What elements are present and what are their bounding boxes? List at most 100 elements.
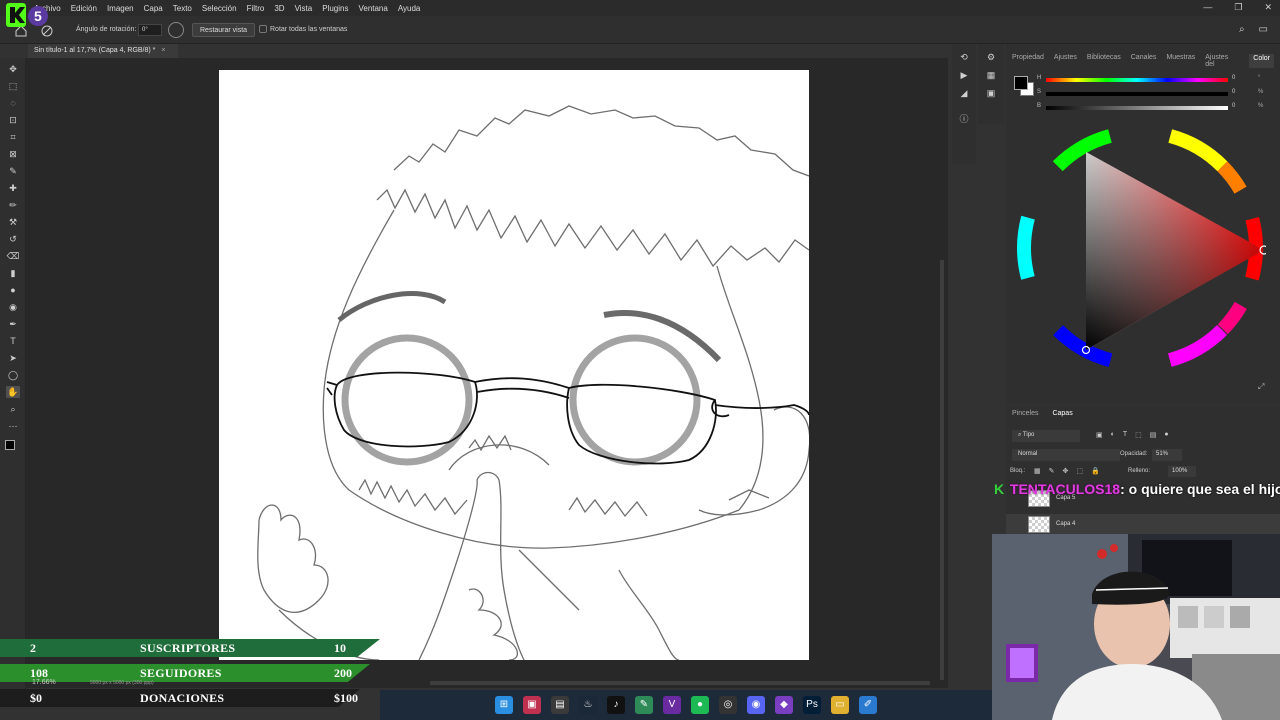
path-select-tool-icon[interactable]: ➤ bbox=[6, 352, 20, 364]
lock-pixels-icon[interactable]: ▦ bbox=[1034, 467, 1041, 475]
rotate-all-checkbox[interactable] bbox=[259, 25, 267, 33]
menu-item-10[interactable]: Ventana bbox=[358, 4, 387, 13]
gradient-tool-icon[interactable]: ▮ bbox=[6, 267, 20, 279]
color-slider-b[interactable] bbox=[1046, 106, 1228, 110]
layer-row-selected[interactable]: Capa 4 bbox=[1006, 514, 1280, 534]
adjust-icon[interactable]: ⚙ bbox=[985, 52, 997, 62]
stamp-tool-icon[interactable]: ⚒ bbox=[6, 216, 20, 228]
menu-item-6[interactable]: Filtro bbox=[247, 4, 265, 13]
brush-settings-icon[interactable]: ◢ bbox=[958, 88, 970, 98]
smart-filter-icon[interactable]: ▤ bbox=[1150, 431, 1157, 439]
angle-input[interactable]: 0° bbox=[138, 24, 162, 36]
pen-tool-icon[interactable]: ✒ bbox=[6, 318, 20, 330]
restore-view-button[interactable]: Restaurar vista bbox=[192, 23, 256, 37]
discord-icon[interactable]: ◉ bbox=[747, 696, 765, 714]
slider-value[interactable]: 0 bbox=[1232, 89, 1235, 95]
lock-artboard-icon[interactable]: ⬚ bbox=[1076, 467, 1083, 475]
minimize-icon[interactable]: — bbox=[1203, 2, 1212, 13]
workspace-icon[interactable]: ▭ bbox=[1259, 24, 1268, 35]
layers-comp-icon[interactable]: ▣ bbox=[985, 88, 997, 98]
color-swatches-icon[interactable] bbox=[5, 440, 21, 456]
windows-start-icon[interactable]: ⊞ bbox=[495, 696, 513, 714]
tab-propiedad[interactable]: Propiedad bbox=[1012, 54, 1044, 68]
lasso-tool-icon[interactable]: ◌ bbox=[6, 97, 20, 109]
menu-item-9[interactable]: Plugins bbox=[322, 4, 348, 13]
brush-tool-icon[interactable]: ✏ bbox=[6, 199, 20, 211]
app-icon-icon[interactable]: ▣ bbox=[523, 696, 541, 714]
tab-color[interactable]: Color bbox=[1249, 54, 1274, 68]
horizontal-scrollbar[interactable] bbox=[430, 681, 930, 685]
spotify-icon[interactable]: ● bbox=[691, 696, 709, 714]
obs-icon[interactable]: ◎ bbox=[719, 696, 737, 714]
expand-icon[interactable]: ⤢ bbox=[1258, 382, 1264, 392]
rotation-dial[interactable] bbox=[168, 22, 184, 38]
shape-tool-icon[interactable]: ◯ bbox=[6, 369, 20, 381]
hand-tool-icon[interactable]: ✋ bbox=[6, 386, 20, 398]
color-slider-h[interactable] bbox=[1046, 78, 1228, 82]
adjust-filter-icon[interactable]: ◐ bbox=[1111, 431, 1115, 439]
menu-item-1[interactable]: Edición bbox=[71, 4, 97, 13]
tab-canales[interactable]: Canales bbox=[1131, 54, 1157, 68]
eyedropper-tool-icon[interactable]: ✎ bbox=[6, 165, 20, 177]
history-brush-tool-icon[interactable]: ↺ bbox=[6, 233, 20, 245]
notepad-icon[interactable]: ✎ bbox=[635, 696, 653, 714]
actions-play-icon[interactable]: ▶ bbox=[958, 70, 970, 80]
menu-item-11[interactable]: Ayuda bbox=[398, 4, 421, 13]
menu-item-2[interactable]: Imagen bbox=[107, 4, 134, 13]
vs-icon[interactable]: ◆ bbox=[775, 696, 793, 714]
menu-item-3[interactable]: Capa bbox=[144, 4, 163, 13]
crop-tool-icon[interactable]: ⌗ bbox=[6, 131, 20, 143]
layer-filter-select[interactable]: ⌕ Tipo bbox=[1012, 430, 1080, 442]
tab-capas[interactable]: Capas bbox=[1052, 410, 1072, 417]
blend-mode-select[interactable]: Normal bbox=[1012, 449, 1120, 461]
drawing-canvas[interactable] bbox=[219, 70, 809, 660]
color-wheel[interactable] bbox=[1014, 122, 1266, 374]
foreground-color-swatch[interactable] bbox=[1014, 76, 1028, 90]
search-icon[interactable]: ⌕ bbox=[1239, 24, 1245, 35]
frame-tool-icon[interactable]: ⊠ bbox=[6, 148, 20, 160]
more-tool-icon[interactable]: ⋯ bbox=[6, 420, 20, 432]
lock-move-icon[interactable]: ✥ bbox=[1063, 467, 1069, 475]
menu-item-4[interactable]: Texto bbox=[173, 4, 192, 13]
healing-tool-icon[interactable]: ✚ bbox=[6, 182, 20, 194]
tab-ajustes[interactable]: Ajustes bbox=[1054, 54, 1077, 68]
paint-icon[interactable]: ✐ bbox=[859, 696, 877, 714]
canvas-workspace[interactable] bbox=[26, 58, 948, 688]
filter-toggle-icon[interactable]: ● bbox=[1164, 431, 1168, 439]
blur-tool-icon[interactable]: ● bbox=[6, 284, 20, 296]
files-icon[interactable]: ▭ bbox=[831, 696, 849, 714]
tiktok-icon[interactable]: ♪ bbox=[607, 696, 625, 714]
close-tab-icon[interactable]: × bbox=[161, 47, 165, 54]
menu-item-8[interactable]: Vista bbox=[295, 4, 313, 13]
info-icon[interactable]: ⓘ bbox=[958, 112, 970, 124]
history-icon[interactable]: ⟲ bbox=[958, 52, 970, 62]
lock-all-icon[interactable]: 🔒 bbox=[1091, 467, 1100, 475]
grid-icon[interactable]: ▦ bbox=[985, 70, 997, 80]
object-select-tool-icon[interactable]: ⊡ bbox=[6, 114, 20, 126]
document-tab[interactable]: Sin título-1 al 17,7% (Capa 4, RGB/8) * × bbox=[28, 44, 178, 58]
opacity-input[interactable]: 51% bbox=[1152, 449, 1182, 461]
tab-ajustes-del[interactable]: Ajustes del bbox=[1205, 54, 1239, 68]
vertical-scrollbar[interactable] bbox=[940, 260, 944, 680]
image-filter-icon[interactable]: ▣ bbox=[1096, 431, 1103, 439]
steam-icon[interactable]: ♨ bbox=[579, 696, 597, 714]
restore-icon[interactable]: ❐ bbox=[1234, 2, 1242, 13]
type-tool-icon[interactable]: T bbox=[6, 335, 20, 347]
lock-paint-icon[interactable]: ✎ bbox=[1049, 467, 1055, 475]
slider-value[interactable]: 0 bbox=[1232, 103, 1235, 109]
vegas-icon[interactable]: V bbox=[663, 696, 681, 714]
slider-value[interactable]: 0 bbox=[1232, 75, 1235, 81]
dodge-tool-icon[interactable]: ◉ bbox=[6, 301, 20, 313]
zoom-tool-icon[interactable]: ⌕ bbox=[6, 403, 20, 415]
fill-input[interactable]: 100% bbox=[1168, 466, 1196, 477]
color-slider-s[interactable] bbox=[1046, 92, 1228, 96]
menu-item-5[interactable]: Selección bbox=[202, 4, 237, 13]
store-icon[interactable]: ▤ bbox=[551, 696, 569, 714]
eraser-tool-icon[interactable]: ⌫ bbox=[6, 250, 20, 262]
move-tool-icon[interactable]: ✥ bbox=[6, 63, 20, 75]
photoshop-icon[interactable]: Ps bbox=[803, 696, 821, 714]
tab-muestras[interactable]: Muestras bbox=[1166, 54, 1195, 68]
text-filter-icon[interactable]: T bbox=[1123, 431, 1127, 439]
tab-pinceles[interactable]: Pinceles bbox=[1012, 410, 1038, 417]
menu-item-7[interactable]: 3D bbox=[274, 4, 284, 13]
